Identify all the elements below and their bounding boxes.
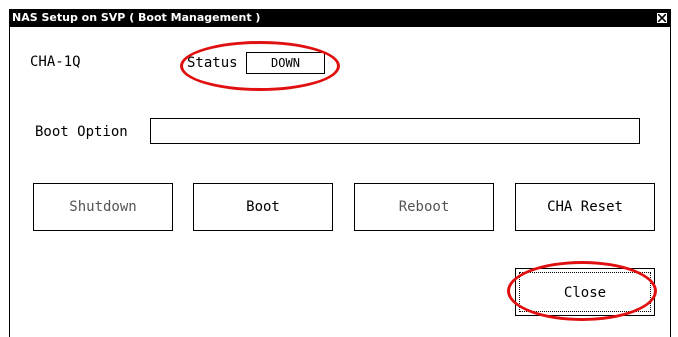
status-label: Status [187, 55, 238, 71]
window-title: NAS Setup on SVP ( Boot Management ) [12, 11, 261, 24]
boot-button[interactable]: Boot [193, 183, 333, 231]
window-border-left [9, 27, 10, 337]
window-border-right [670, 27, 671, 337]
window-titlebar: NAS Setup on SVP ( Boot Management ) [9, 9, 671, 27]
reboot-button[interactable]: Reboot [354, 183, 494, 231]
close-icon [658, 14, 666, 22]
close-button[interactable]: Close [515, 268, 655, 316]
cha-reset-button[interactable]: CHA Reset [515, 183, 655, 231]
boot-option-input[interactable] [150, 118, 640, 144]
shutdown-button[interactable]: Shutdown [33, 183, 173, 231]
boot-option-label: Boot Option [35, 124, 128, 140]
close-button-label: Close [519, 272, 651, 312]
status-value: DOWN [246, 52, 325, 74]
cha-id-label: CHA-1Q [30, 54, 81, 70]
window-close-button[interactable] [656, 12, 668, 24]
